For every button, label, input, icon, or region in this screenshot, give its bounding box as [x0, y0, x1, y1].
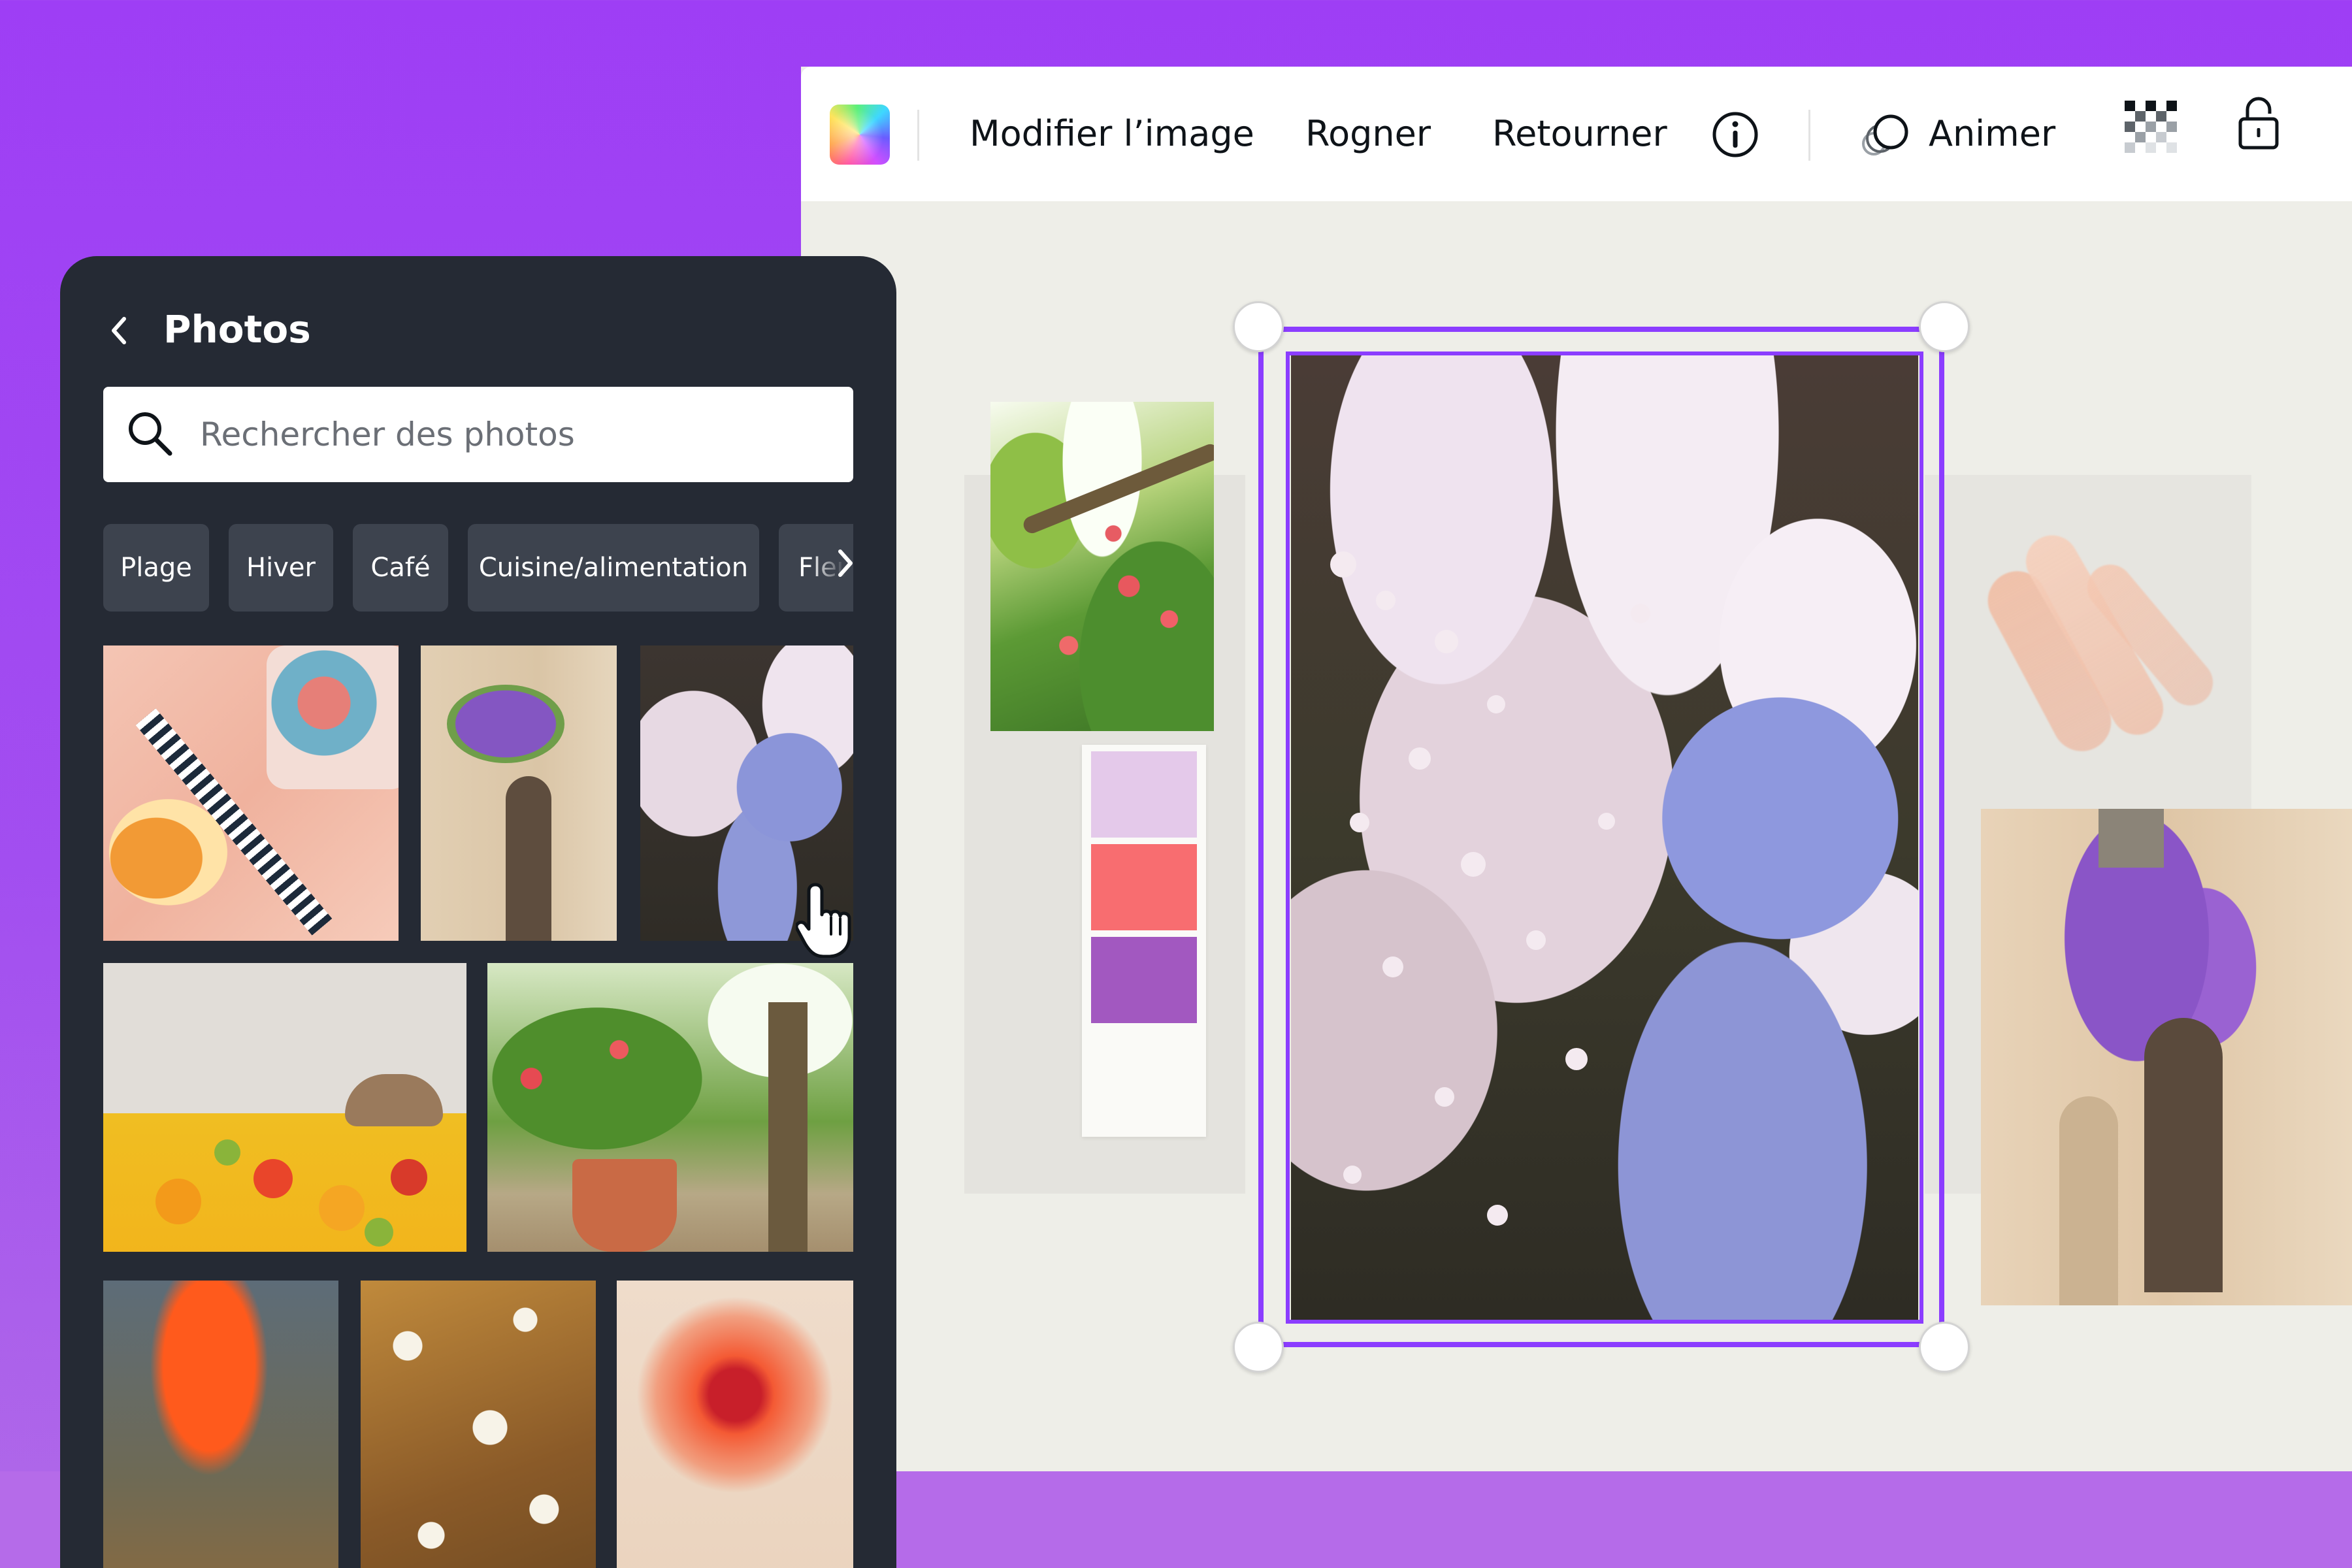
editor-window: Modifier l’image Rogner Retourner Animer	[801, 67, 2352, 1471]
photo-thumbnail-daisies[interactable]	[361, 1281, 596, 1568]
tree-photo[interactable]	[990, 402, 1214, 731]
photos-panel: Photos Plage Hiver Café Cuisine/alimenta…	[60, 256, 896, 1568]
edit-image-button[interactable]: Modifier l’image	[970, 112, 1254, 155]
resize-handle-top-left[interactable]	[1233, 301, 1284, 352]
palette-swatch-lilac[interactable]	[1091, 751, 1197, 838]
chevron-right-icon[interactable]	[835, 544, 856, 583]
category-chips: Plage Hiver Café Cuisine/alimentation Fl…	[103, 524, 853, 612]
building-photo[interactable]	[1981, 809, 2352, 1305]
resize-handle-bottom-left[interactable]	[1233, 1322, 1284, 1373]
panel-title: Photos	[163, 307, 311, 351]
flip-button[interactable]: Retourner	[1492, 112, 1667, 155]
resize-handle-top-right[interactable]	[1919, 301, 1970, 352]
toolbar-divider	[1808, 110, 1810, 161]
animate-icon[interactable]	[1859, 110, 1914, 162]
chip-cafe[interactable]: Café	[353, 524, 448, 612]
palette-swatch-purple[interactable]	[1091, 937, 1197, 1023]
animate-button[interactable]: Animer	[1929, 112, 2055, 155]
search-photos-input[interactable]	[103, 387, 853, 482]
photo-thumbnail-red-flower[interactable]	[617, 1281, 853, 1568]
photo-thumbnail-building[interactable]	[421, 645, 617, 941]
photo-thumbnail-beach[interactable]	[103, 645, 399, 941]
info-icon[interactable]	[1710, 110, 1760, 159]
hand-pointer-icon	[796, 883, 851, 958]
chip-hiver[interactable]: Hiver	[229, 524, 333, 612]
color-picker-icon[interactable]	[830, 105, 890, 165]
palette-swatch-coral[interactable]	[1091, 844, 1197, 930]
photo-thumbnail-fruit[interactable]	[103, 963, 466, 1252]
toolbar-divider	[917, 110, 919, 161]
color-palette[interactable]	[1082, 745, 1206, 1137]
transparency-icon[interactable]	[2125, 101, 2177, 153]
search-icon	[129, 412, 172, 456]
lock-icon[interactable]	[2237, 95, 2280, 150]
chevron-left-icon[interactable]	[106, 311, 132, 350]
photo-thumbnail-garden[interactable]	[487, 963, 853, 1252]
selection-inner-border	[1286, 351, 1923, 1324]
resize-handle-bottom-right[interactable]	[1919, 1322, 1970, 1373]
chip-cuisine-alimentation[interactable]: Cuisine/alimentation	[468, 524, 759, 612]
editor-toolbar: Modifier l’image Rogner Retourner Animer	[801, 67, 2352, 201]
photo-thumbnail-orange-flower[interactable]	[103, 1281, 338, 1568]
crop-button[interactable]: Rogner	[1305, 112, 1431, 155]
chip-plage[interactable]: Plage	[103, 524, 209, 612]
